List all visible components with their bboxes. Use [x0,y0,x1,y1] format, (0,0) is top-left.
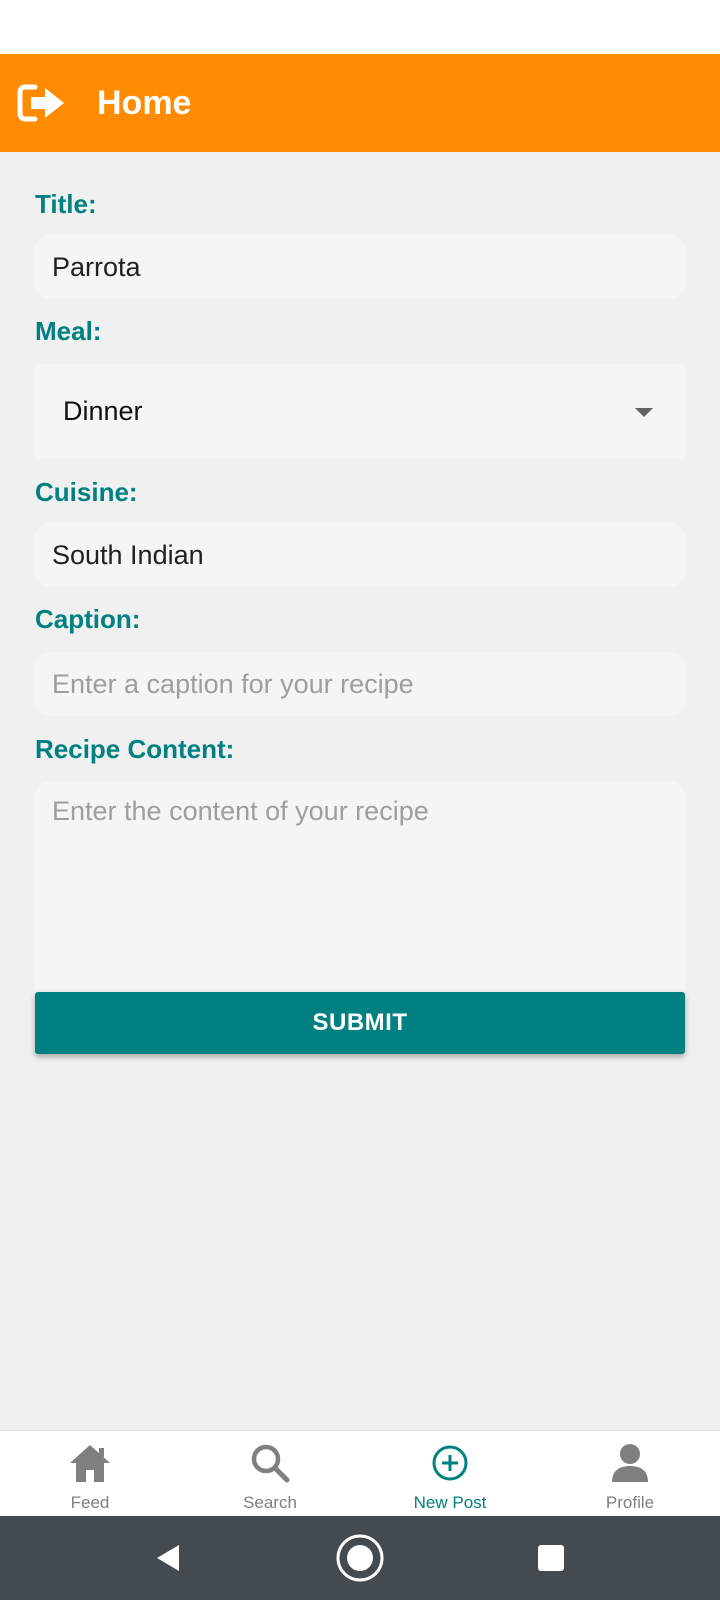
app-bar: Home [0,54,720,152]
back-triangle-icon [157,1545,179,1571]
bottom-nav: Feed Search New Post Profile [0,1430,720,1516]
system-home-button[interactable] [334,1516,386,1600]
nav-item-profile[interactable]: Profile [540,1431,720,1516]
meal-select-value: Dinner [63,396,143,426]
caption-label: Caption: [35,604,141,634]
nav-item-search[interactable]: Search [180,1431,360,1516]
title-input[interactable]: Parrota [35,235,685,299]
submit-button[interactable]: SUBMIT [35,992,685,1054]
nav-label-profile: Profile [605,1493,655,1512]
system-navigation-bar [0,1516,720,1600]
nav-item-new-post[interactable]: New Post [360,1431,540,1516]
person-icon [612,1444,648,1482]
home-icon [70,1445,110,1482]
cuisine-label: Cuisine: [35,477,138,507]
system-recents-button[interactable] [536,1516,566,1600]
logout-icon [17,84,64,122]
recipe-content-label: Recipe Content: [35,734,235,764]
caption-input[interactable]: Enter a caption for your recipe [35,652,685,716]
recents-square-icon [538,1545,564,1571]
recipe-content-input[interactable]: Enter the content of your recipe [35,782,685,988]
logout-button[interactable] [16,77,68,129]
cuisine-input[interactable]: South Indian [35,523,685,587]
chevron-down-icon [635,407,653,417]
nav-label-new-post: New Post [413,1493,487,1512]
nav-label-feed: Feed [70,1493,110,1512]
nav-item-feed[interactable]: Feed [0,1431,180,1516]
home-circle-icon [336,1534,384,1582]
meal-select[interactable]: Dinner [35,364,685,459]
search-icon [251,1444,290,1483]
title-label: Title: [35,189,97,219]
system-back-button[interactable] [146,1516,190,1600]
status-bar [0,0,720,54]
page-title: Home [97,83,192,122]
meal-label: Meal: [35,316,102,346]
add-circle-icon [432,1445,468,1481]
nav-label-search: Search [243,1493,297,1512]
